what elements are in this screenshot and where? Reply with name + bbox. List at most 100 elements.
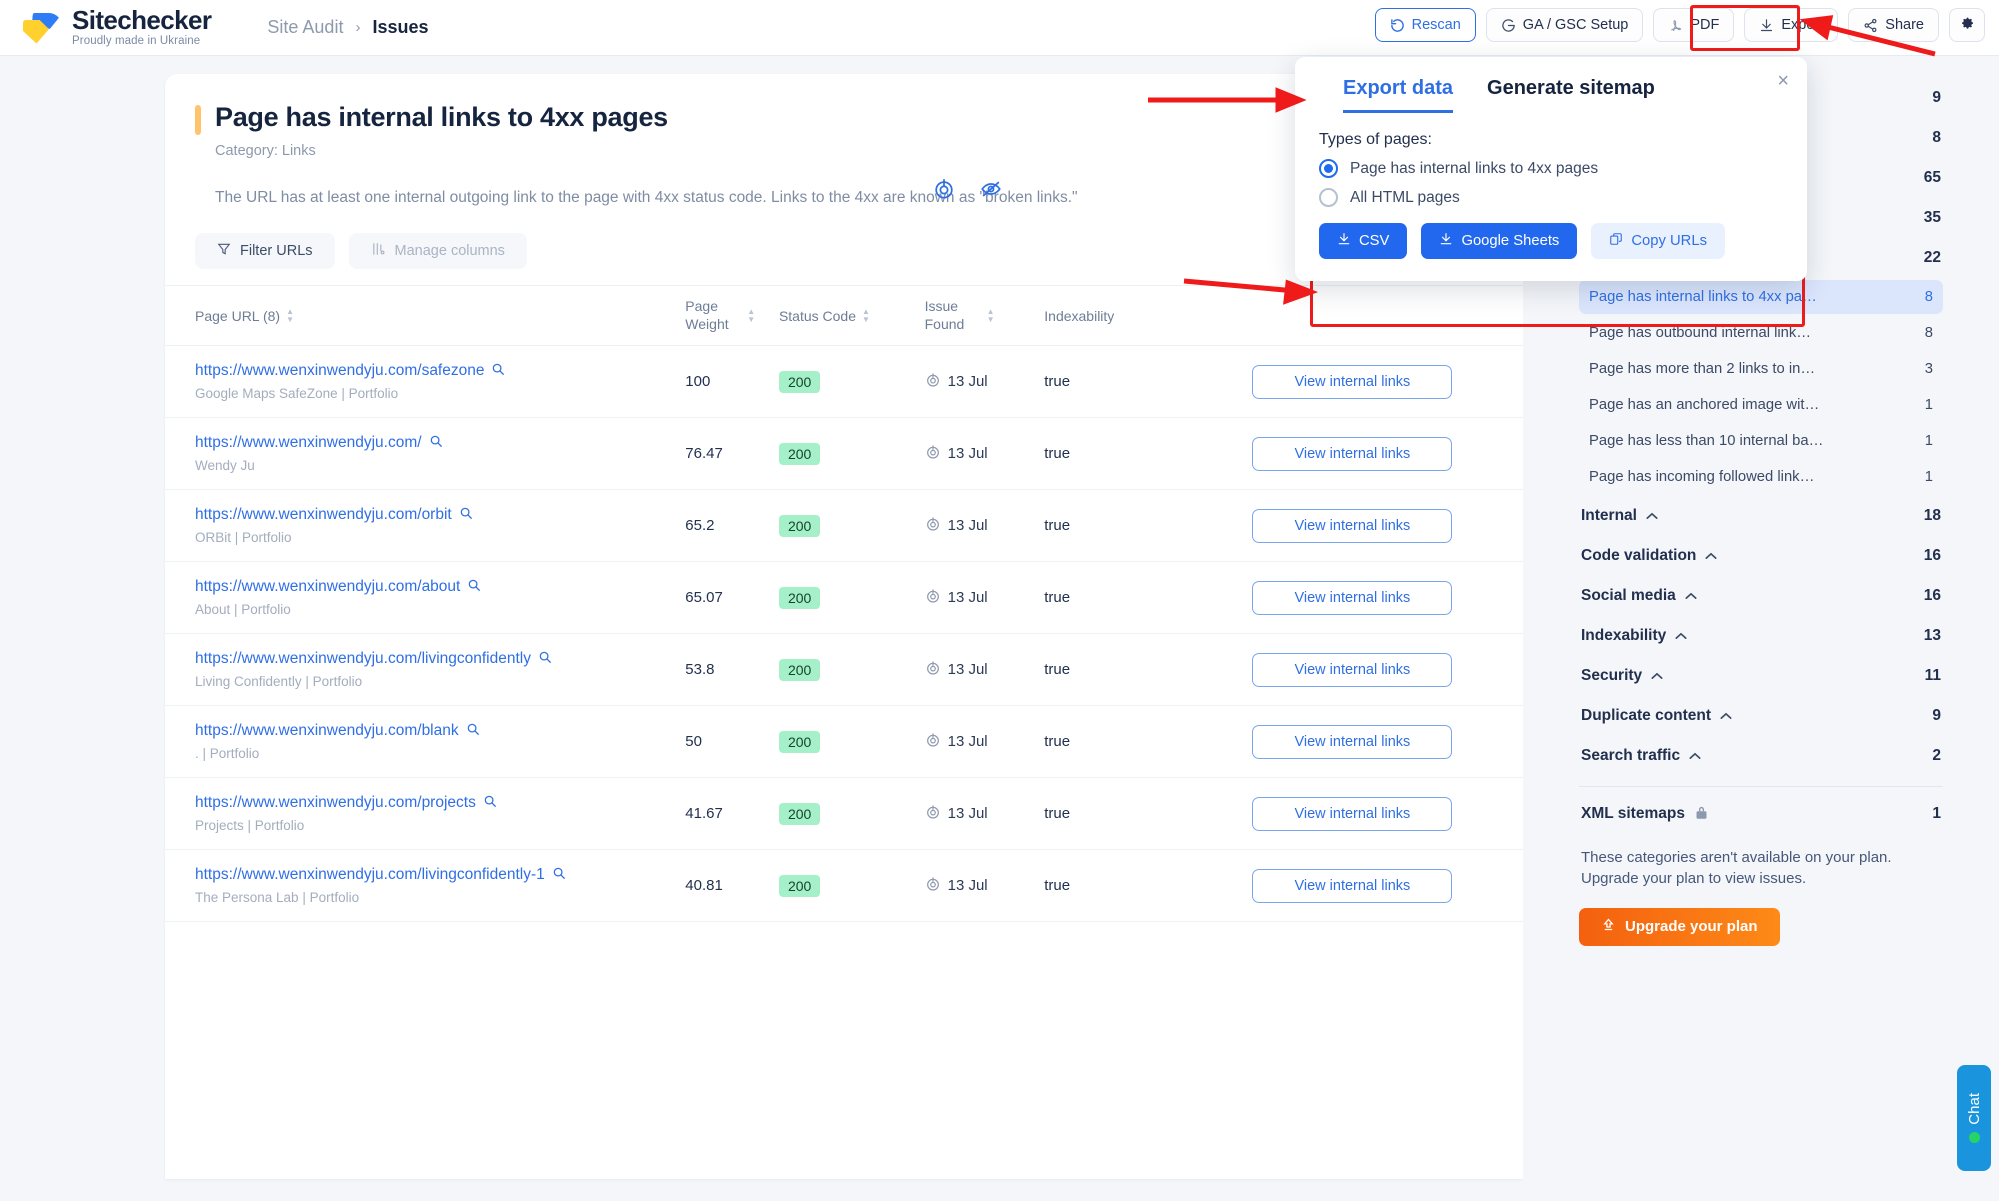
sidebar-group-internal[interactable]: Internal 18 [1579,496,1943,536]
cell-page-weight: 50 [685,705,779,778]
inspect-url-icon[interactable] [491,362,505,380]
sidebar-subitem-count: 1 [1924,433,1933,449]
export-google-sheets-label: Google Sheets [1461,233,1560,249]
inspect-url-icon[interactable] [483,794,497,812]
page-title-text: Google Maps SafeZone | Portfolio [195,386,399,401]
inspect-url-icon[interactable] [466,722,480,740]
view-internal-links-button[interactable]: View internal links [1252,796,1453,831]
pdf-button[interactable]: PDF [1653,8,1735,42]
sidebar-subitem-count: 8 [1924,325,1933,341]
inspect-url-icon[interactable] [429,434,443,452]
clock-icon [925,876,941,896]
cell-page-weight: 40.81 [685,849,779,922]
sidebar-subitem[interactable]: Page has less than 10 internal ba… 1 [1579,424,1943,458]
settings-button[interactable] [1949,8,1985,42]
breadcrumb-issues[interactable]: Issues [372,17,428,38]
sidebar-item-xml-sitemaps[interactable]: XML sitemaps 1 [1579,793,1943,835]
issue-found-date: 13 Jul [947,733,988,750]
view-internal-links-button[interactable]: View internal links [1252,652,1453,687]
breadcrumb-site-audit[interactable]: Site Audit [267,17,343,38]
sidebar-group-label: Internal [1581,507,1637,524]
status-badge: 200 [778,370,821,393]
cell-status-code: 200 [778,633,925,706]
page-url-link[interactable]: https://www.wenxinwendyju.com/about [195,578,460,596]
eye-off-icon[interactable] [979,178,1003,205]
sidebar-subitem[interactable]: Page has incoming followed link… 1 [1579,460,1943,494]
issue-found-date: 13 Jul [947,589,988,606]
google-icon [1501,18,1516,33]
cell-status-code: 200 [778,705,925,778]
page-url-link[interactable]: https://www.wenxinwendyju.com/safezone [195,362,484,380]
breadcrumb: Site Audit › Issues [267,17,428,38]
issue-found-date: 13 Jul [947,805,988,822]
sidebar-group-search-traffic[interactable]: Search traffic 2 [1579,736,1943,776]
cell-status-code: 200 [778,345,925,418]
table-header-row: Page URL (8) ▲ ▼ Page Weight ▲ ▼ Status Co… [165,285,1523,346]
clock-icon [925,660,941,680]
tab-export-data[interactable]: Export data [1343,77,1454,113]
page-url-link[interactable]: https://www.wenxinwendyju.com/ [195,434,422,452]
ga-gsc-setup-label: GA / GSC Setup [1522,17,1629,33]
radio-option-all-html[interactable]: All HTML pages [1319,188,1785,207]
view-internal-links-button[interactable]: View internal links [1252,868,1453,903]
pdf-label: PDF [1690,17,1720,33]
cell-url: https://www.wenxinwendyju.com/safezone Go… [165,345,686,418]
target-icon[interactable] [933,178,955,205]
sidebar-group-indexability[interactable]: Indexability 13 [1579,616,1943,656]
inspect-url-icon[interactable] [552,866,566,884]
table-row: https://www.wenxinwendyju.com/about About… [165,561,1523,634]
table-row: https://www.wenxinwendyju.com/safezone Go… [165,345,1523,418]
sidebar-subitem[interactable]: Page has outbound internal link… 8 [1579,316,1943,350]
sidebar-group-code-validation[interactable]: Code validation 16 [1579,536,1943,576]
cell-issue-found: 13 Jul [924,417,1045,490]
sidebar-group-security[interactable]: Security 11 [1579,656,1943,696]
export-csv-button[interactable]: CSV [1319,223,1408,259]
share-button[interactable]: Share [1848,8,1939,42]
export-google-sheets-button[interactable]: Google Sheets [1421,223,1578,259]
brand-logo[interactable]: Sitechecker Proudly made in Ukraine [18,7,212,48]
sidebar-subitem[interactable]: Page has an anchored image wit… 1 [1579,388,1943,422]
copy-urls-button[interactable]: Copy URLs [1591,223,1725,259]
column-header-status[interactable]: Status Code ▲ ▼ [778,285,925,346]
inspect-url-icon[interactable] [459,506,473,524]
page-url-link[interactable]: https://www.wenxinwendyju.com/livingconf… [195,866,545,884]
export-label: Export [1781,17,1824,33]
sidebar-subitem[interactable]: Page has internal links to 4xx pa… 8 [1579,280,1943,314]
cell-page-weight: 65.2 [685,489,779,562]
column-header-url[interactable]: Page URL (8) ▲ ▼ [165,285,686,346]
column-header-issue-found[interactable]: Issue Found ▲ ▼ [924,285,1045,346]
view-internal-links-button[interactable]: View internal links [1252,724,1453,759]
page-url-link[interactable]: https://www.wenxinwendyju.com/orbit [195,506,452,524]
inspect-url-icon[interactable] [538,650,552,668]
cell-issue-found: 13 Jul [924,561,1045,634]
page-url-link[interactable]: https://www.wenxinwendyju.com/livingconf… [195,650,531,668]
upgrade-plan-button[interactable]: Upgrade your plan [1579,907,1780,946]
table-row: https://www.wenxinwendyju.com/livingconf… [165,633,1523,706]
sidebar-group-duplicate-content[interactable]: Duplicate content 9 [1579,696,1943,736]
view-internal-links-button[interactable]: View internal links [1252,508,1453,543]
page-title-text: . | Portfolio [195,746,260,761]
column-header-weight[interactable]: Page Weight ▲ ▼ [685,285,779,346]
app-root: Sitechecker Proudly made in Ukraine Site… [0,0,1999,1201]
view-internal-links-button[interactable]: View internal links [1252,364,1453,399]
status-badge: 200 [778,802,821,825]
sidebar-subitem[interactable]: Page has more than 2 links to in… 3 [1579,352,1943,386]
manage-columns-button[interactable]: Manage columns [348,233,527,269]
view-internal-links-button[interactable]: View internal links [1252,580,1453,615]
table-row: https://www.wenxinwendyju.com/blank . | P… [165,705,1523,778]
page-url-link[interactable]: https://www.wenxinwendyju.com/projects [195,794,476,812]
rescan-button[interactable]: Rescan [1374,8,1476,42]
sidebar-group-count: 35 [1923,209,1941,226]
chat-widget[interactable]: Chat [1957,1065,1991,1171]
export-button[interactable]: Export [1744,8,1839,42]
ga-gsc-setup-button[interactable]: GA / GSC Setup [1485,8,1644,42]
tab-generate-sitemap[interactable]: Generate sitemap [1487,77,1655,113]
radio-option-issue-pages[interactable]: Page has internal links to 4xx pages [1319,159,1785,178]
status-badge: 200 [778,730,821,753]
close-icon[interactable]: × [1777,71,1789,91]
view-internal-links-button[interactable]: View internal links [1252,436,1453,471]
sidebar-group-social-media[interactable]: Social media 16 [1579,576,1943,616]
inspect-url-icon[interactable] [467,578,481,596]
page-url-link[interactable]: https://www.wenxinwendyju.com/blank [195,722,459,740]
filter-urls-button[interactable]: Filter URLs [195,233,335,269]
